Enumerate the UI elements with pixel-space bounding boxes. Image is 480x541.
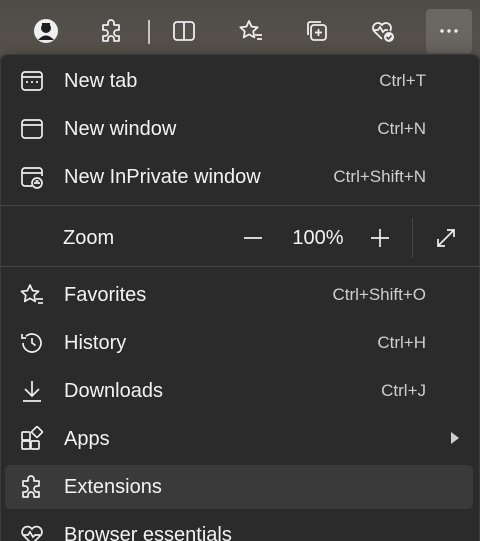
split-screen-button[interactable] xyxy=(161,9,207,53)
new-window-icon xyxy=(19,116,45,142)
history-icon xyxy=(19,330,45,356)
inprivate-window-icon xyxy=(19,164,45,190)
new-tab-icon xyxy=(19,68,45,94)
browser-toolbar xyxy=(0,0,480,56)
zoom-separator xyxy=(412,218,413,258)
extensions-label: Extensions xyxy=(64,476,162,498)
menu-item-new-inprivate-window[interactable]: New InPrivate window Ctrl+Shift+N xyxy=(5,155,473,199)
apps-label: Apps xyxy=(64,428,110,450)
browser-essentials-label: Browser essentials xyxy=(64,524,232,541)
history-shortcut: Ctrl+H xyxy=(377,333,426,352)
new-inprivate-window-label: New InPrivate window xyxy=(64,166,261,188)
downloads-icon xyxy=(19,378,45,404)
browser-essentials-icon xyxy=(19,522,45,541)
favorites-shortcut: Ctrl+Shift+O xyxy=(332,285,426,304)
full-screen-button[interactable] xyxy=(429,222,463,254)
favorites-label: Favorites xyxy=(64,284,147,306)
zoom-out-button[interactable] xyxy=(236,222,270,254)
menu-divider xyxy=(1,205,479,206)
menu-item-extensions[interactable]: Extensions xyxy=(5,465,473,509)
history-label: History xyxy=(64,332,127,354)
extensions-toolbar-button[interactable] xyxy=(89,9,135,53)
favorites-icon xyxy=(19,282,45,308)
more-ellipsis-icon xyxy=(440,29,458,33)
new-inprivate-window-shortcut: Ctrl+Shift+N xyxy=(333,167,426,186)
toolbar-separator xyxy=(148,20,150,44)
downloads-shortcut: Ctrl+J xyxy=(381,381,426,400)
favorites-star-icon xyxy=(239,20,262,40)
profile-icon xyxy=(34,19,58,43)
new-tab-shortcut: Ctrl+T xyxy=(379,71,426,90)
new-window-label: New window xyxy=(64,118,177,140)
split-screen-icon xyxy=(173,21,195,41)
menu-item-apps[interactable]: Apps xyxy=(5,417,473,461)
browser-essentials-heart-icon xyxy=(372,22,394,42)
menu-item-history[interactable]: History Ctrl+H xyxy=(5,321,473,365)
profile-button[interactable] xyxy=(23,9,69,53)
menu-item-favorites[interactable]: Favorites Ctrl+Shift+O xyxy=(5,273,473,317)
apps-icon xyxy=(19,426,45,452)
new-tab-label: New tab xyxy=(64,70,138,92)
full-screen-icon xyxy=(437,229,455,247)
extensions-icon xyxy=(19,474,45,500)
zoom-in-button[interactable] xyxy=(363,222,397,254)
settings-and-more-button[interactable] xyxy=(426,9,472,53)
edge-browser-window: New tab Ctrl+T New window Ctrl+N New InP… xyxy=(0,0,480,541)
new-window-shortcut: Ctrl+N xyxy=(377,119,426,138)
downloads-label: Downloads xyxy=(64,380,163,402)
menu-item-downloads[interactable]: Downloads Ctrl+J xyxy=(5,369,473,413)
menu-item-new-tab[interactable]: New tab Ctrl+T xyxy=(5,59,473,103)
favorites-button[interactable] xyxy=(228,9,274,53)
zoom-label: Zoom xyxy=(63,227,115,249)
plus-icon xyxy=(371,229,389,247)
collections-button[interactable] xyxy=(294,9,340,53)
chevron-right-icon xyxy=(451,432,459,444)
collections-icon xyxy=(307,21,327,41)
settings-and-more-menu: New tab Ctrl+T New window Ctrl+N New InP… xyxy=(0,54,480,541)
menu-divider xyxy=(1,266,479,267)
zoom-level-value: 100% xyxy=(292,227,344,249)
extensions-puzzle-icon xyxy=(102,19,120,42)
zoom-row: Zoom 100% xyxy=(5,212,475,264)
menu-item-new-window[interactable]: New window Ctrl+N xyxy=(5,107,473,151)
menu-item-browser-essentials[interactable]: Browser essentials xyxy=(5,513,473,541)
browser-essentials-button[interactable] xyxy=(360,9,406,53)
minus-icon xyxy=(244,237,262,239)
